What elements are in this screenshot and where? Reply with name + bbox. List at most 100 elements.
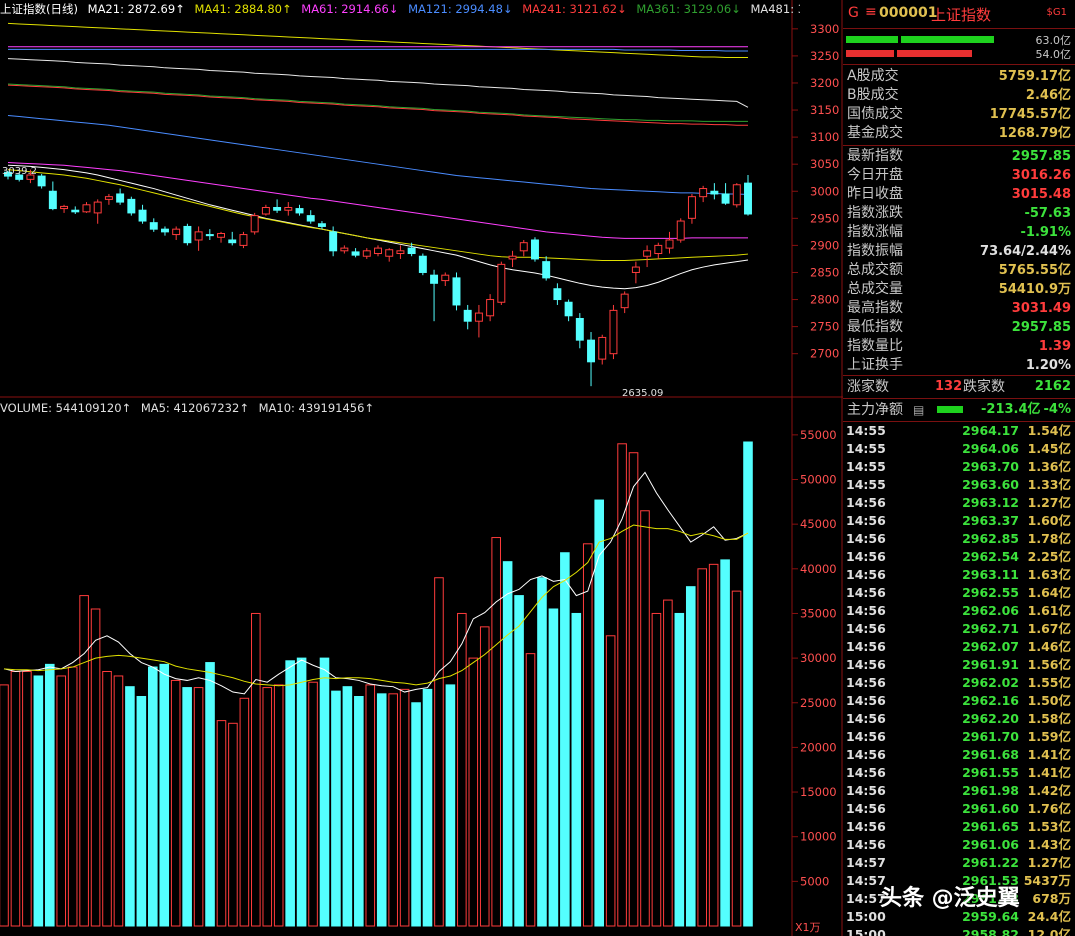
candle-body [530, 239, 539, 260]
tick-time: 14:56 [846, 747, 886, 762]
volume-bar [468, 657, 479, 927]
flow-bottom-value: 54.0亿 [1035, 48, 1072, 61]
tick-volume: 1.41亿 [1027, 747, 1071, 762]
volume-bar [720, 559, 730, 927]
tick-time: 14:55 [846, 441, 886, 456]
stat-value: 5765.55亿 [998, 263, 1071, 278]
stat-row: 指数涨幅 -1.91% [845, 223, 1075, 242]
reference-price-label: 3039.2 [2, 166, 37, 177]
candle-body [699, 188, 708, 198]
stat-value: 1.39 [1038, 339, 1071, 354]
volume-label[interactable]: VOLUME: 544109120↑ [0, 401, 131, 415]
tick-time: 14:56 [846, 531, 886, 546]
tick-time: 14:56 [846, 567, 886, 582]
turnover-label: 基金成交 [847, 125, 903, 141]
tick-volume: 1.63亿 [1027, 567, 1071, 582]
tick-row: 14:56 2961.60 1.76亿 [843, 800, 1075, 818]
volume-bar [216, 720, 227, 927]
stat-value: 3031.49 [1011, 301, 1071, 316]
tick-price: 2962.20 [962, 711, 1019, 726]
tick-row: 15:00 2958.82 12.0亿 [843, 926, 1075, 936]
volume-tick-label: 25000 [800, 696, 837, 710]
candle-body [205, 234, 214, 237]
ma21-label: MA21: 2872.69↑ [87, 2, 185, 16]
candle-body [553, 288, 562, 301]
chart-canvas[interactable]: 3300 3250 3200 3150 3100 3050 3000 2950 2900 2850… [0, 0, 843, 936]
volume-bar [136, 696, 147, 927]
tick-time: 14:56 [846, 837, 886, 852]
stat-value: 3015.48 [1011, 187, 1071, 202]
chart-title[interactable]: 上证指数(日线) [0, 2, 78, 16]
tick-row: 14:56 2961.06 1.43亿 [843, 836, 1075, 854]
price-tick-label: 2700 [810, 347, 839, 361]
volume-bar [388, 693, 398, 927]
tick-time: 14:56 [846, 639, 886, 654]
index-name: 上证指数 [931, 6, 992, 24]
stat-value: -1.91% [1020, 225, 1072, 240]
turnover-value: 17745.57亿 [989, 107, 1071, 122]
candle-body [71, 209, 80, 213]
tick-volume: 1.54亿 [1027, 423, 1071, 438]
volume-tick-label: 50000 [800, 473, 837, 487]
candle-body [732, 184, 741, 206]
turnover-value: 2.46亿 [1025, 88, 1071, 103]
tick-price: 2961.98 [962, 783, 1019, 798]
candle-body [631, 266, 640, 273]
volume-bar [685, 586, 696, 927]
tick-list[interactable]: 14:55 2964.17 1.54亿 14:55 2964.06 1.45亿 14:55 2… [843, 422, 1075, 936]
separator [843, 145, 1075, 146]
candle-body [82, 204, 91, 213]
volume-bar [148, 666, 158, 927]
tick-time: 14:55 [846, 477, 886, 492]
ma-line [7, 22, 748, 59]
tick-row: 14:55 2963.60 1.33亿 [843, 476, 1075, 494]
volume-bar [502, 561, 513, 927]
tick-row: 14:56 2963.11 1.63亿 [843, 566, 1075, 584]
candle-body [116, 193, 125, 203]
tick-row: 14:55 2964.06 1.45亿 [843, 440, 1075, 458]
stat-value: -57.63 [1024, 206, 1071, 221]
tick-price: 2961.70 [962, 729, 1019, 744]
tick-price: 2962.06 [962, 603, 1019, 618]
list-icon[interactable]: ▤ [913, 400, 924, 420]
candle-body [418, 255, 427, 273]
price-tick-label: 2900 [810, 238, 839, 252]
candle-body [228, 239, 237, 244]
candle-body [239, 234, 248, 246]
watermark: 头条 @泛史翼 [880, 886, 1020, 911]
stat-row: 总成交额 5765.55亿 [845, 261, 1075, 280]
volume-bar [193, 687, 204, 927]
tick-row: 14:56 2961.91 1.56亿 [843, 656, 1075, 674]
candle-body [194, 231, 203, 241]
tick-price: 2962.85 [962, 531, 1019, 546]
ma5-volume-label: MA5: 412067232↑ [140, 401, 249, 415]
volume-bar [651, 612, 662, 927]
candle-body [687, 196, 696, 219]
tick-time: 14:56 [846, 495, 886, 510]
turnover-value: 5759.17亿 [998, 69, 1071, 84]
menu-icon[interactable]: ≡ [865, 4, 877, 20]
tick-price: 2962.54 [962, 549, 1019, 564]
candle-body [609, 309, 618, 355]
ma361-label: MA361: 3129.06↓ [636, 2, 741, 16]
index-badge: $G1 [1046, 7, 1067, 18]
volume-bar [273, 684, 284, 927]
candle-body [217, 232, 226, 238]
ma41-label: MA41: 2884.80↑ [194, 2, 292, 16]
tick-price: 2961.06 [962, 837, 1019, 852]
candle-body [149, 222, 158, 230]
tick-row: 14:56 2961.98 1.42亿 [843, 782, 1075, 800]
turnover-row: A股成交 5759.17亿 [845, 67, 1075, 86]
stat-value: 73.64/2.44% [980, 244, 1071, 259]
candle-body [362, 250, 371, 257]
tick-volume: 1.59亿 [1027, 729, 1071, 744]
volume-bar [365, 684, 376, 927]
volume-bar [125, 686, 135, 927]
price-tick-label: 3200 [810, 76, 839, 90]
tick-price: 2962.07 [962, 639, 1019, 654]
separator [843, 375, 1075, 376]
panel-header: G ≡ 000001 上证指数 $G1 [843, 0, 1075, 29]
tick-row: 14:55 2964.17 1.54亿 [843, 422, 1075, 440]
volume-bar [262, 687, 273, 927]
volume-bar [560, 552, 570, 927]
